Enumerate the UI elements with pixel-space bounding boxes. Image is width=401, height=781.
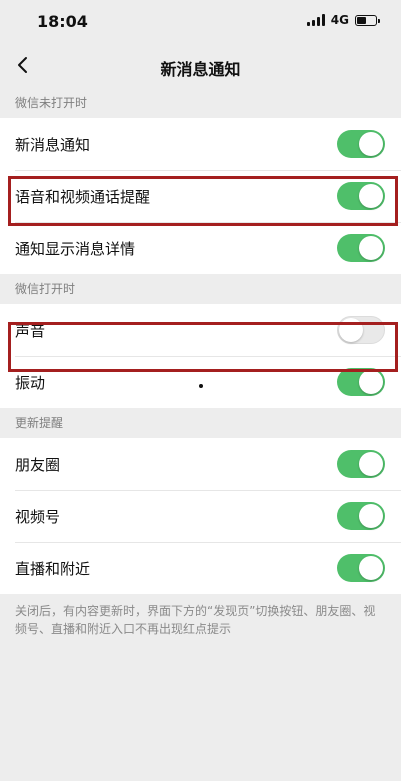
- row-label: 语音和视频通话提醒: [15, 187, 151, 206]
- battery-icon: [355, 14, 380, 26]
- sound-toggle[interactable]: [337, 316, 385, 344]
- footer-note: 关闭后，有内容更新时，界面下方的“发现页”切换按钮、朋友圈、视频号、直播和附近入…: [15, 604, 376, 636]
- row-label: 通知显示消息详情: [15, 239, 136, 258]
- row-sound: 声音: [0, 304, 401, 356]
- show-message-details-toggle[interactable]: [337, 234, 385, 262]
- row-label: 直播和附近: [15, 559, 91, 578]
- section-header: 微信未打开时: [15, 96, 88, 110]
- section-closed: 微信未打开时 新消息通知 语音和视频通话提醒 通知显示消息详情: [0, 88, 401, 274]
- row-voice-video-call-alert: 语音和视频通话提醒: [0, 170, 401, 222]
- channels-toggle[interactable]: [337, 502, 385, 530]
- section-header: 微信打开时: [15, 282, 76, 296]
- network-type: 4G: [330, 13, 349, 27]
- new-message-notify-toggle[interactable]: [337, 130, 385, 158]
- row-label: 新消息通知: [15, 135, 91, 154]
- row-live-nearby: 直播和附近: [0, 542, 401, 594]
- row-label: 视频号: [15, 507, 61, 526]
- row-moments: 朋友圈: [0, 438, 401, 490]
- nav-bar: 新消息通知: [0, 44, 401, 88]
- row-label: 振动: [15, 373, 46, 392]
- row-vibration: 振动: [0, 356, 401, 408]
- status-bar: 18:04 4G: [0, 0, 401, 44]
- section-updates: 更新提醒 朋友圈 视频号 直播和附近: [0, 408, 401, 594]
- signal-icon: [306, 14, 325, 26]
- row-channels: 视频号: [0, 490, 401, 542]
- page-title: 新消息通知: [160, 60, 241, 79]
- section-header: 更新提醒: [15, 416, 64, 430]
- row-show-message-details: 通知显示消息详情: [0, 222, 401, 274]
- row-new-message-notify: 新消息通知: [0, 118, 401, 170]
- vibration-toggle[interactable]: [337, 368, 385, 396]
- live-nearby-toggle[interactable]: [337, 554, 385, 582]
- touch-dot: [199, 384, 203, 388]
- voice-video-call-alert-toggle[interactable]: [337, 182, 385, 210]
- status-icons: 4G: [306, 13, 380, 27]
- row-label: 声音: [15, 321, 46, 340]
- status-time: 18:04: [37, 12, 88, 31]
- row-label: 朋友圈: [15, 455, 61, 474]
- moments-toggle[interactable]: [337, 450, 385, 478]
